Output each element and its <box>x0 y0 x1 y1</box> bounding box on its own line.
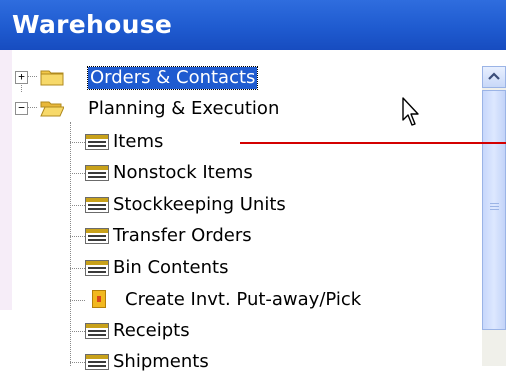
list-icon <box>85 165 109 181</box>
scroll-up-button[interactable] <box>482 66 506 88</box>
vertical-scrollbar[interactable] <box>482 66 506 366</box>
list-icon <box>85 228 109 244</box>
list-icon <box>85 323 109 339</box>
list-icon <box>85 134 109 150</box>
tree-item-create-invt-put-away-pick[interactable]: Create Invt. Put-away/Pick <box>12 284 482 316</box>
tree-item-bin-contents[interactable]: Bin Contents <box>12 252 482 284</box>
tree-item-nonstock-items[interactable]: Nonstock Items <box>12 157 482 189</box>
navigation-pane: + Orders & Contacts − Planning & Executi… <box>12 50 506 372</box>
tree-item-label: Nonstock Items <box>113 162 253 183</box>
mouse-cursor-icon <box>402 97 419 126</box>
tree-item-label: Shipments <box>113 351 209 372</box>
list-icon <box>85 197 109 213</box>
annotation-pointer-line <box>240 142 506 144</box>
left-strip <box>0 50 12 310</box>
tree-item-shipments[interactable]: Shipments <box>12 346 482 378</box>
grip-line <box>490 209 499 210</box>
folder-open-icon <box>40 101 64 117</box>
tree-item-label: Transfer Orders <box>113 225 252 246</box>
chevron-up-icon <box>488 72 500 80</box>
tree-item-label: Create Invt. Put-away/Pick <box>125 289 362 310</box>
scroll-thumb[interactable] <box>482 90 506 330</box>
list-icon <box>85 354 109 370</box>
tree-item-label: Planning & Execution <box>88 98 280 119</box>
collapse-button[interactable]: − <box>15 102 28 115</box>
task-icon <box>92 290 106 308</box>
folder-icon <box>40 70 64 86</box>
expand-button[interactable]: + <box>15 71 28 84</box>
tree-item-orders-contacts[interactable]: + Orders & Contacts <box>12 62 482 94</box>
grip-line <box>490 206 499 207</box>
list-icon <box>85 260 109 276</box>
window-title: Warehouse <box>12 10 173 39</box>
grip-line <box>490 203 499 204</box>
tree-item-label: Bin Contents <box>113 257 229 278</box>
tree-item-receipts[interactable]: Receipts <box>12 315 482 347</box>
tree-item-label: Orders & Contacts <box>86 66 259 90</box>
tree-item-transfer-orders[interactable]: Transfer Orders <box>12 220 482 252</box>
tree-item-stockkeeping-units[interactable]: Stockkeeping Units <box>12 189 482 221</box>
tree-item-label: Stockkeeping Units <box>113 194 286 215</box>
window-title-bar: Warehouse <box>0 0 506 50</box>
tree-item-label: Items <box>113 131 164 152</box>
tree-item-label: Receipts <box>113 320 190 341</box>
